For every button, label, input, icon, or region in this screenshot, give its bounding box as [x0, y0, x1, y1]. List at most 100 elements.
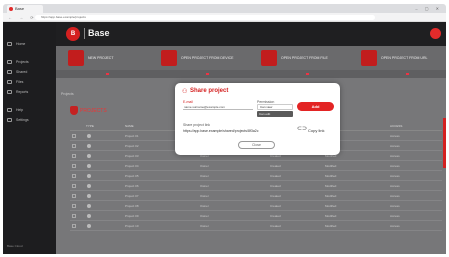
share-link-label: Share project link: [183, 123, 211, 127]
card-label: OPEN PROJECT FROM FILE: [281, 56, 328, 60]
table-cell-access: Access: [390, 204, 400, 208]
project-type-icon: [87, 144, 91, 148]
row-checkbox[interactable]: [72, 214, 76, 218]
row-checkbox[interactable]: [72, 154, 76, 158]
sidebar-item-label: Settings: [16, 118, 29, 122]
table-cell-created: Created: [270, 164, 281, 168]
app-window: Base – ▢ ✕ ← → ⟳ https://app.base.exampl…: [0, 0, 449, 257]
table-row[interactable]: Project 08 Owner Created Modified Access: [70, 201, 442, 211]
table-cell-name: Project 07: [125, 194, 139, 198]
table-cell-name: Project 04: [125, 164, 139, 168]
table-row[interactable]: Project 10 Owner Created Modified Access: [70, 221, 442, 231]
table-cell-access: Access: [390, 184, 400, 188]
project-type-icon: [87, 174, 91, 178]
table-cell-owner: Owner: [200, 214, 209, 218]
table-row[interactable]: Project 04 Owner Created Modified Access: [70, 161, 442, 171]
window-controls[interactable]: – ▢ ✕: [415, 6, 442, 11]
avatar[interactable]: [430, 28, 441, 39]
app-body: Home Projects Shared Files Reports Help …: [3, 22, 446, 254]
close-button[interactable]: Close: [238, 141, 275, 149]
project-type-icon: [87, 214, 91, 218]
sidebar-item-files[interactable]: Files: [7, 78, 53, 86]
add-button[interactable]: Add: [297, 102, 334, 111]
table-row[interactable]: Project 06 Owner Created Modified Access: [70, 181, 442, 191]
row-checkbox[interactable]: [72, 144, 76, 148]
table-cell-modified: Modified: [325, 194, 337, 198]
row-checkbox[interactable]: [72, 134, 76, 138]
sidebar-item-reports[interactable]: Reports: [7, 88, 53, 96]
column-header[interactable]: ACCESS: [390, 124, 402, 128]
breadcrumb: Projects: [61, 92, 74, 96]
table-cell-owner: Owner: [200, 174, 209, 178]
column-header[interactable]: NAME: [125, 124, 134, 128]
file-icon: [7, 80, 12, 84]
table-cell-modified: Modified: [325, 224, 337, 228]
plus-icon[interactable]: [306, 73, 309, 75]
table-cell-name: Project 01: [125, 134, 139, 138]
sidebar-footer: Base Cloud: [7, 244, 23, 248]
address-bar: ← → ⟳ https://app.base.example/projects: [3, 13, 446, 22]
table-cell-access: Access: [390, 214, 400, 218]
plus-icon[interactable]: [406, 73, 409, 75]
row-checkbox[interactable]: [72, 184, 76, 188]
table-row[interactable]: Project 07 Owner Created Modified Access: [70, 191, 442, 201]
project-type-icon: [87, 224, 91, 228]
column-header[interactable]: TYPE: [86, 124, 94, 128]
action-cards: NEW PROJECT OPEN PROJECT FROM DEVICE OPE…: [56, 46, 446, 70]
email-field[interactable]: [183, 104, 253, 110]
row-checkbox[interactable]: [72, 204, 76, 208]
row-checkbox[interactable]: [72, 164, 76, 168]
row-checkbox[interactable]: [72, 224, 76, 228]
shield-icon: [70, 106, 78, 115]
dialog-title: Share project: [190, 88, 229, 94]
copy-link-button[interactable]: Copy link: [308, 128, 324, 133]
scrollbar[interactable]: [443, 118, 446, 168]
plus-icon[interactable]: [206, 73, 209, 75]
help-icon: [7, 108, 12, 112]
sidebar: Home Projects Shared Files Reports Help …: [3, 22, 56, 254]
browser-tab[interactable]: Base: [7, 5, 43, 13]
sidebar-item-projects[interactable]: Projects: [7, 58, 53, 66]
table-cell-access: Access: [390, 154, 400, 158]
table-cell-access: Access: [390, 144, 400, 148]
sidebar-item-home[interactable]: Home: [7, 40, 53, 48]
table-row[interactable]: Project 05 Owner Created Modified Access: [70, 171, 442, 181]
table-cell-access: Access: [390, 194, 400, 198]
cards-subbar: [56, 70, 446, 78]
table-cell-name: Project 05: [125, 174, 139, 178]
project-type-icon: [87, 134, 91, 138]
section-title: PROJECTS: [80, 108, 107, 114]
table-cell-name: Project 09: [125, 214, 139, 218]
project-type-icon: [87, 164, 91, 168]
table-cell-access: Access: [390, 174, 400, 178]
permission-option[interactable]: Can edit: [257, 111, 293, 117]
folder-icon: [7, 60, 12, 64]
permission-select[interactable]: Can view: [257, 104, 293, 110]
table-cell-access: Access: [390, 134, 400, 138]
navigation-icons[interactable]: ← → ⟳: [8, 15, 37, 20]
table-cell-modified: Modified: [325, 204, 337, 208]
project-type-icon: [87, 204, 91, 208]
table-cell-modified: Modified: [325, 184, 337, 188]
sidebar-item-shared[interactable]: Shared: [7, 68, 53, 76]
brand-name: Base: [84, 28, 110, 39]
plus-icon[interactable]: [106, 73, 109, 75]
browser-tab-label: Base: [15, 6, 25, 11]
row-checkbox[interactable]: [72, 174, 76, 178]
sidebar-item-label: Reports: [16, 90, 29, 94]
table-cell-created: Created: [270, 214, 281, 218]
card-label: NEW PROJECT: [88, 56, 114, 60]
table-cell-owner: Owner: [200, 204, 209, 208]
project-type-icon: [87, 184, 91, 188]
table-cell-owner: Owner: [200, 194, 209, 198]
url-field[interactable]: https://app.base.example/projects: [35, 15, 375, 20]
table-cell-owner: Owner: [200, 164, 209, 168]
sidebar-item-help[interactable]: Help: [7, 106, 53, 114]
share-icon: ⚇: [182, 89, 188, 95]
table-row[interactable]: Project 09 Owner Created Modified Access: [70, 211, 442, 221]
row-checkbox[interactable]: [72, 194, 76, 198]
sidebar-item-settings[interactable]: Settings: [7, 116, 53, 124]
share-link[interactable]: https://app.base.example/shared/projects…: [183, 129, 259, 133]
browser-tabstrip: Base – ▢ ✕: [3, 4, 446, 13]
link-icon[interactable]: ⊂⊃: [297, 126, 307, 132]
